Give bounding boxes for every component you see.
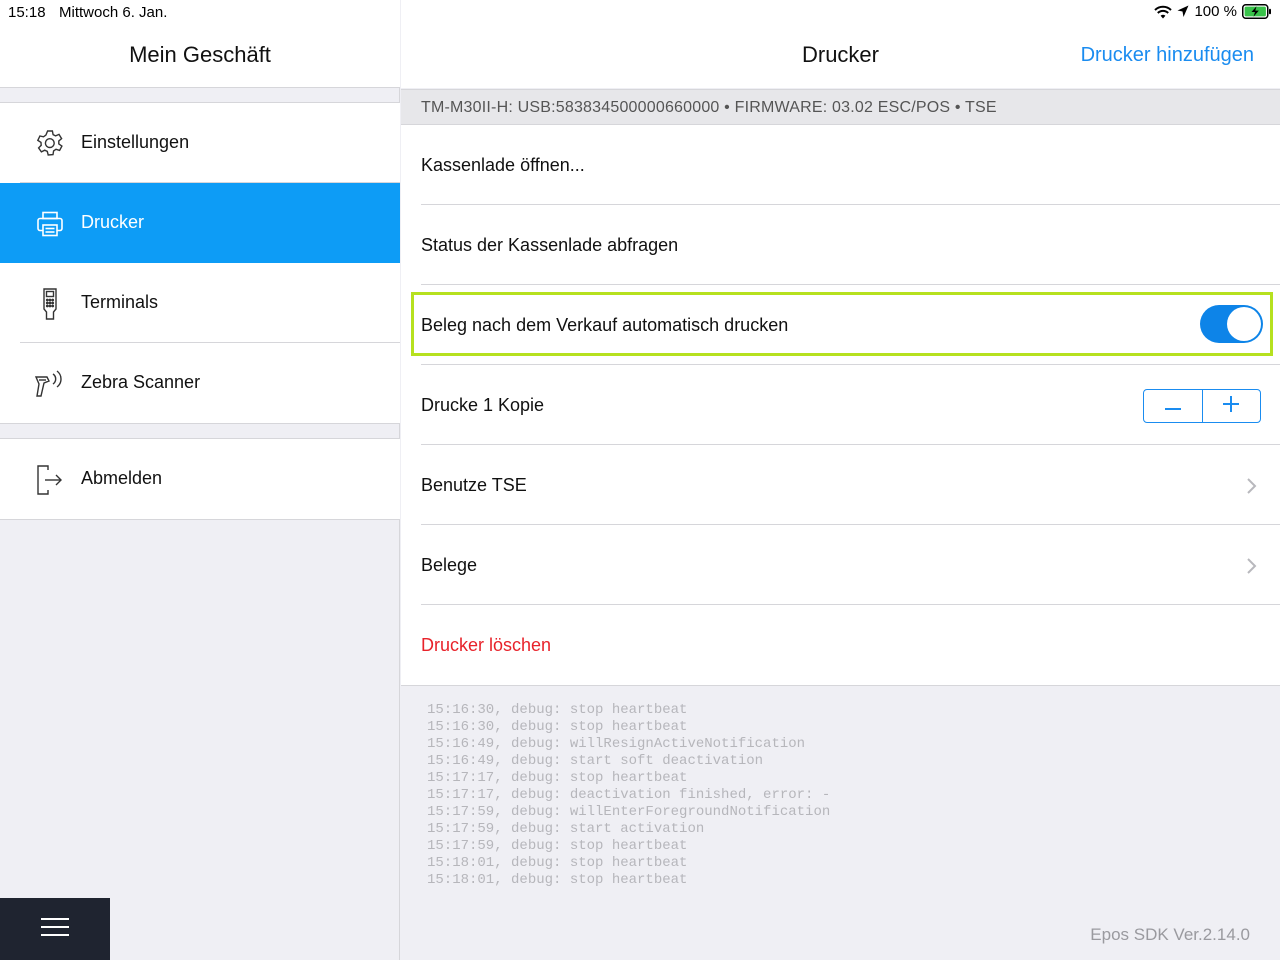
delete-printer-label: Drucker löschen	[421, 635, 552, 655]
log-line: 15:16:49, debug: willResignActiveNotific…	[427, 736, 806, 752]
log-line: 15:16:30, debug: stop heartbeat	[427, 702, 688, 718]
log-line: 15:17:59, debug: start activation	[427, 821, 705, 837]
plus-icon	[1223, 395, 1240, 417]
decrement-button[interactable]	[1144, 390, 1202, 422]
log-line: 15:16:30, debug: stop heartbeat	[427, 719, 688, 735]
delete-printer-row[interactable]: Drucker löschen	[401, 605, 1280, 685]
menu-button[interactable]	[0, 898, 110, 960]
log-line: 15:16:49, debug: start soft deactivation	[427, 753, 764, 769]
use-tse-label: Benutze TSE	[421, 475, 527, 495]
sidebar-item-terminals[interactable]: Terminals	[0, 263, 400, 343]
gear-icon	[33, 127, 67, 161]
sidebar-item-einstellungen[interactable]: Einstellungen	[0, 103, 400, 183]
main-panel: Drucker Drucker hinzufügen TM-M30II-H: U…	[401, 0, 1280, 960]
status-time: 15:18	[8, 4, 46, 21]
printer-icon	[33, 207, 67, 241]
location-arrow-icon	[1177, 5, 1189, 18]
minus-icon	[1164, 397, 1181, 415]
sidebar-item-label: Terminals	[81, 292, 159, 312]
printer-info-header: TM-M30II-H: USB:583834500000660000 • FIR…	[401, 89, 1280, 125]
chevron-right-icon	[1246, 477, 1258, 495]
status-indicators: 100 %	[1154, 3, 1272, 20]
log-line: 15:17:59, debug: willEnterForegroundNoti…	[427, 804, 831, 820]
sidebar-item-label: Drucker	[81, 212, 145, 232]
logout-label: Abmelden	[81, 468, 163, 488]
sidebar-logout-group: Abmelden	[0, 438, 400, 520]
copies-stepper	[1143, 389, 1261, 423]
sidebar-item-label: Einstellungen	[81, 132, 190, 152]
drawer-status-row[interactable]: Status der Kassenlade abfragen	[401, 205, 1280, 285]
use-tse-row[interactable]: Benutze TSE	[401, 445, 1280, 525]
receipts-row[interactable]: Belege	[401, 525, 1280, 605]
sidebar-item-zebra-scanner[interactable]: Zebra Scanner	[0, 343, 400, 423]
receipts-label: Belege	[421, 555, 478, 575]
auto-print-row: Beleg nach dem Verkauf automatisch druck…	[401, 285, 1280, 365]
log-line: 15:17:59, debug: stop heartbeat	[427, 838, 688, 854]
payment-terminal-icon	[33, 287, 67, 321]
copies-row: Drucke 1 Kopie	[401, 365, 1280, 445]
chevron-right-icon	[1246, 557, 1258, 575]
drawer-status-label: Status der Kassenlade abfragen	[421, 235, 679, 255]
printer-info: TM-M30II-H: USB:583834500000660000 • FIR…	[421, 99, 997, 116]
barcode-scanner-icon	[33, 367, 67, 401]
log-line: 15:18:01, debug: stop heartbeat	[427, 855, 688, 871]
wifi-icon	[1154, 5, 1173, 19]
status-bar: 15:18 Mittwoch 6. Jan. 100 %	[0, 0, 1280, 24]
debug-log: 15:16:30, debug: stop heartbeat 15:16:30…	[427, 702, 830, 889]
log-line: 15:17:17, debug: deactivation finished, …	[427, 787, 831, 803]
log-line: 15:18:01, debug: stop heartbeat	[427, 872, 688, 888]
sidebar-menu: Einstellungen Drucker Terminals Zebra Sc…	[0, 102, 400, 424]
increment-button[interactable]	[1201, 390, 1260, 422]
log-line: 15:17:17, debug: stop heartbeat	[427, 770, 688, 786]
add-printer-button[interactable]: Drucker hinzufügen	[1081, 44, 1254, 67]
logout-icon	[33, 463, 67, 497]
sidebar: Mein Geschäft Einstellungen Drucker Term…	[0, 0, 400, 960]
hamburger-menu-icon	[41, 917, 69, 941]
battery-label: 100 %	[1194, 3, 1237, 20]
sidebar-item-label: Zebra Scanner	[81, 372, 201, 392]
printer-settings-list: Kassenlade öffnen... Status der Kassenla…	[401, 125, 1280, 686]
copies-label: Drucke 1 Kopie	[421, 395, 545, 415]
open-drawer-label: Kassenlade öffnen...	[421, 155, 585, 175]
highlight-frame	[411, 292, 1273, 356]
sdk-version: Epos SDK Ver.2.14.0	[1090, 925, 1250, 944]
logout-button[interactable]: Abmelden	[0, 439, 400, 519]
status-date: Mittwoch 6. Jan.	[59, 4, 168, 21]
sidebar-item-drucker[interactable]: Drucker	[0, 183, 400, 263]
sidebar-title: Mein Geschäft	[129, 42, 271, 67]
open-drawer-row[interactable]: Kassenlade öffnen...	[401, 125, 1280, 205]
battery-charging-icon	[1242, 4, 1272, 19]
